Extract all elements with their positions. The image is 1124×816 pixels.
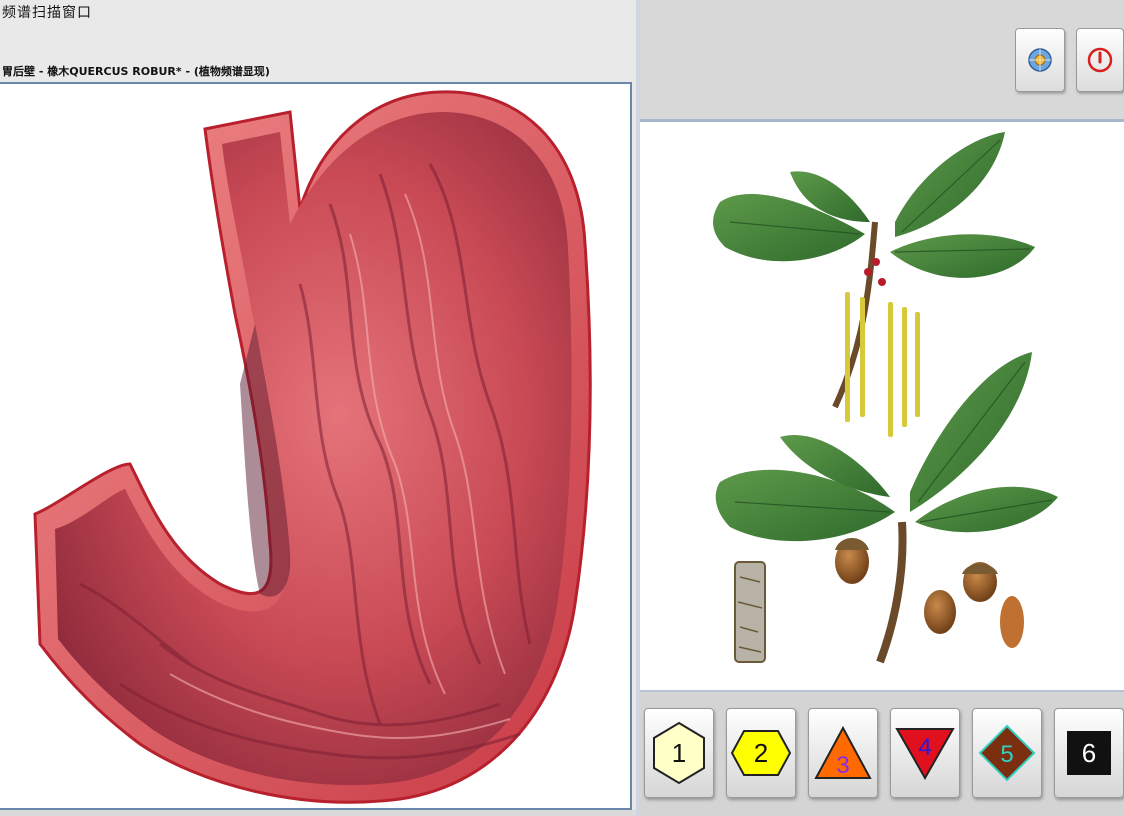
settings-button[interactable]: [1015, 28, 1065, 92]
level-1-label: 1: [672, 738, 686, 768]
hexagon-icon: 2: [730, 730, 792, 776]
level-1-button[interactable]: 1: [644, 708, 714, 798]
triangle-up-icon: 3: [814, 725, 872, 779]
scan-subtitle: 胃后壁 - 橡木QUERCUS ROBUR* - (植物频谱显现): [2, 65, 270, 78]
level-5-label: 5: [1000, 741, 1013, 768]
status-strip: [0, 810, 636, 816]
oak-illustration: [713, 132, 1058, 664]
power-icon: [1087, 47, 1113, 73]
diamond-icon: 5: [978, 724, 1036, 782]
level-4-button[interactable]: 4: [890, 708, 960, 798]
level-2-button[interactable]: 2: [726, 708, 796, 798]
square-icon: 6: [1067, 731, 1111, 775]
triangle-down-icon: 4: [895, 728, 955, 781]
level-3-label: 3: [836, 752, 849, 779]
plant-image-panel: [640, 122, 1124, 690]
left-header: 频谱扫描窗口 胃后壁 - 橡木QUERCUS ROBUR* - (植物频谱显现): [0, 0, 636, 82]
window-title: 频谱扫描窗口: [2, 5, 92, 21]
stomach-illustration: [33, 90, 592, 804]
level-6-button[interactable]: 6: [1054, 708, 1124, 798]
power-button[interactable]: [1076, 28, 1124, 92]
level-6-label: 6: [1082, 738, 1096, 768]
organ-image-panel: [0, 82, 632, 810]
hexagon-icon: 1: [653, 721, 705, 785]
level-toolbar: 1 2 3 4 5 6: [640, 690, 1124, 816]
level-3-button[interactable]: 3: [808, 708, 878, 798]
level-2-label: 2: [754, 738, 768, 768]
level-4-label: 4: [918, 734, 931, 761]
level-5-button[interactable]: 5: [972, 708, 1042, 798]
globe-settings-icon: [1028, 48, 1052, 72]
